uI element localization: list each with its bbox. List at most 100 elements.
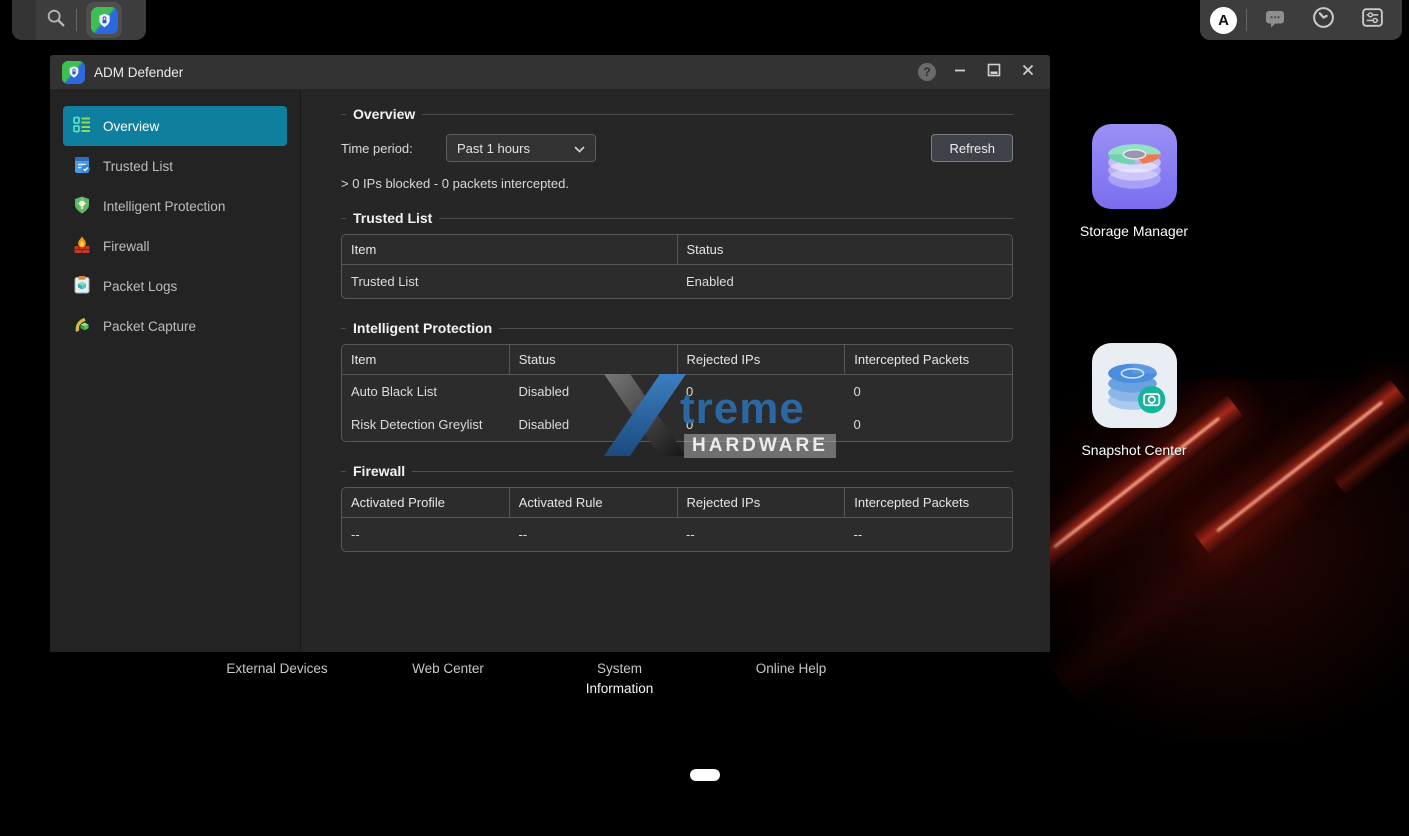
packet-logs-icon	[72, 275, 92, 298]
table-cell: Enabled	[677, 265, 1012, 298]
table-row: Auto Black List Disabled 0 0	[342, 375, 1012, 408]
adm-defender-window: ADM Defender ?	[50, 55, 1050, 652]
sidebar-item-label: Trusted List	[103, 159, 173, 174]
help-button[interactable]: ?	[918, 63, 936, 81]
table-row: Risk Detection Greylist Disabled 0 0	[342, 408, 1012, 441]
table-header-row: Item Status	[342, 235, 1012, 265]
section-firewall: Firewall Activated Profile Activated Rul…	[341, 463, 1013, 564]
clock-gauge-icon	[1311, 5, 1336, 35]
table-header-row: Activated Profile Activated Rule Rejecte…	[342, 488, 1012, 518]
desktop-icon-storage-manager[interactable]: Storage Manager	[1078, 124, 1190, 239]
sidebar-item-label: Overview	[103, 119, 159, 134]
taskbar-handle-pill[interactable]	[690, 769, 720, 781]
column-header: Rejected IPs	[678, 345, 846, 374]
activity-monitor-button[interactable]	[1304, 0, 1344, 40]
table-cell: --	[342, 518, 510, 551]
window-title: ADM Defender	[94, 65, 183, 80]
close-button[interactable]	[1018, 62, 1038, 82]
table-cell: 0	[677, 408, 845, 441]
overview-summary: > 0 IPs blocked - 0 packets intercepted.	[341, 176, 1013, 191]
column-header: Intercepted Packets	[845, 345, 1012, 374]
section-intelligent-protection: Intelligent Protection Item Status Rejec…	[341, 320, 1013, 454]
time-period-value: Past 1 hours	[457, 141, 530, 156]
column-header: Item	[342, 345, 510, 374]
minimize-button[interactable]	[950, 62, 970, 82]
table-cell: --	[677, 518, 845, 551]
sidebar-item-label: Packet Logs	[103, 279, 177, 294]
sidebar-item-overview[interactable]: Overview	[63, 106, 287, 146]
chevron-down-icon	[574, 141, 585, 156]
table-cell: Auto Black List	[342, 375, 510, 408]
time-period-select[interactable]: Past 1 hours	[446, 134, 596, 162]
section-trusted-list: Trusted List Item Status Trusted List En…	[341, 210, 1013, 311]
maximize-icon	[987, 63, 1001, 82]
table-cell: 0	[845, 375, 1013, 408]
sidebar-item-label: Firewall	[103, 239, 150, 254]
search-icon	[45, 7, 67, 34]
table-header-row: Item Status Rejected IPs Intercepted Pac…	[342, 345, 1012, 375]
section-overview: Overview Time period: Past 1 hours Refre…	[341, 106, 1013, 201]
sidebar-item-intelligent-protection[interactable]: Intelligent Protection	[63, 186, 287, 226]
chat-bubble-icon	[1263, 6, 1287, 35]
sidebar-item-packet-capture[interactable]: Packet Capture	[63, 306, 287, 346]
table-cell: --	[510, 518, 678, 551]
minimize-icon	[953, 63, 967, 82]
table-cell: Trusted List	[342, 265, 677, 298]
desktop: A	[0, 0, 1409, 836]
taskbar-left	[12, 0, 146, 40]
table-cell: 0	[677, 375, 845, 408]
table-cell: --	[845, 518, 1013, 551]
packet-capture-icon	[72, 315, 92, 338]
section-legend-intelligent-protection: Intelligent Protection	[346, 320, 499, 336]
refresh-button[interactable]: Refresh	[931, 134, 1013, 162]
sidebar: Overview Trusted List Intelligent Protec…	[50, 90, 301, 652]
snapshot-center-icon	[1092, 415, 1177, 432]
desktop-icon-label: Storage Manager	[1078, 223, 1190, 239]
desktop-shortcut-system-information[interactable]: System Information	[572, 659, 667, 698]
shield-bulb-icon	[72, 195, 92, 218]
storage-manager-icon	[1092, 196, 1177, 213]
table-cell: Risk Detection Greylist	[342, 408, 510, 441]
intelligent-protection-table: Item Status Rejected IPs Intercepted Pac…	[341, 344, 1013, 442]
firewall-table: Activated Profile Activated Rule Rejecte…	[341, 487, 1013, 552]
table-row: -- -- -- --	[342, 518, 1012, 551]
taskbar-divider	[76, 9, 77, 31]
table-cell: Disabled	[510, 375, 678, 408]
desktop-icon-label: Snapshot Center	[1078, 442, 1190, 458]
desktop-shortcut-external-devices[interactable]: External Devices	[197, 659, 357, 679]
column-header: Rejected IPs	[678, 488, 846, 517]
content-panel: Overview Time period: Past 1 hours Refre…	[301, 90, 1050, 652]
column-header: Item	[342, 235, 678, 264]
firewall-flame-icon	[72, 235, 92, 258]
sliders-icon	[1360, 5, 1385, 35]
section-legend-trusted-list: Trusted List	[346, 210, 439, 226]
taskbar-divider	[1246, 9, 1247, 31]
column-header: Activated Profile	[342, 488, 510, 517]
user-avatar[interactable]: A	[1210, 7, 1237, 34]
sidebar-item-packet-logs[interactable]: Packet Logs	[63, 266, 287, 306]
maximize-button[interactable]	[984, 62, 1004, 82]
table-cell: Disabled	[510, 408, 678, 441]
window-titlebar[interactable]: ADM Defender ?	[50, 55, 1050, 90]
column-header: Intercepted Packets	[845, 488, 1012, 517]
desktop-shortcut-online-help[interactable]: Online Help	[731, 659, 851, 679]
notifications-button[interactable]	[1255, 0, 1295, 40]
table-cell: 0	[845, 408, 1013, 441]
section-legend-overview: Overview	[346, 106, 422, 122]
taskbar-app-adm-defender[interactable]	[86, 2, 122, 38]
desktop-shortcut-web-center[interactable]: Web Center	[388, 659, 508, 679]
search-button[interactable]	[36, 0, 76, 40]
desktop-icon-snapshot-center[interactable]: Snapshot Center	[1078, 343, 1190, 458]
adm-defender-icon	[91, 7, 118, 34]
sidebar-item-firewall[interactable]: Firewall	[63, 226, 287, 266]
close-icon	[1021, 63, 1035, 82]
trusted-list-icon	[72, 155, 92, 178]
trusted-list-table: Item Status Trusted List Enabled	[341, 234, 1013, 299]
preferences-button[interactable]	[1352, 0, 1392, 40]
time-period-label: Time period:	[341, 141, 446, 156]
sidebar-item-trusted-list[interactable]: Trusted List	[63, 146, 287, 186]
column-header: Status	[678, 235, 1013, 264]
column-header: Status	[510, 345, 678, 374]
section-legend-firewall: Firewall	[346, 463, 412, 479]
taskbar-right: A	[1200, 0, 1402, 40]
